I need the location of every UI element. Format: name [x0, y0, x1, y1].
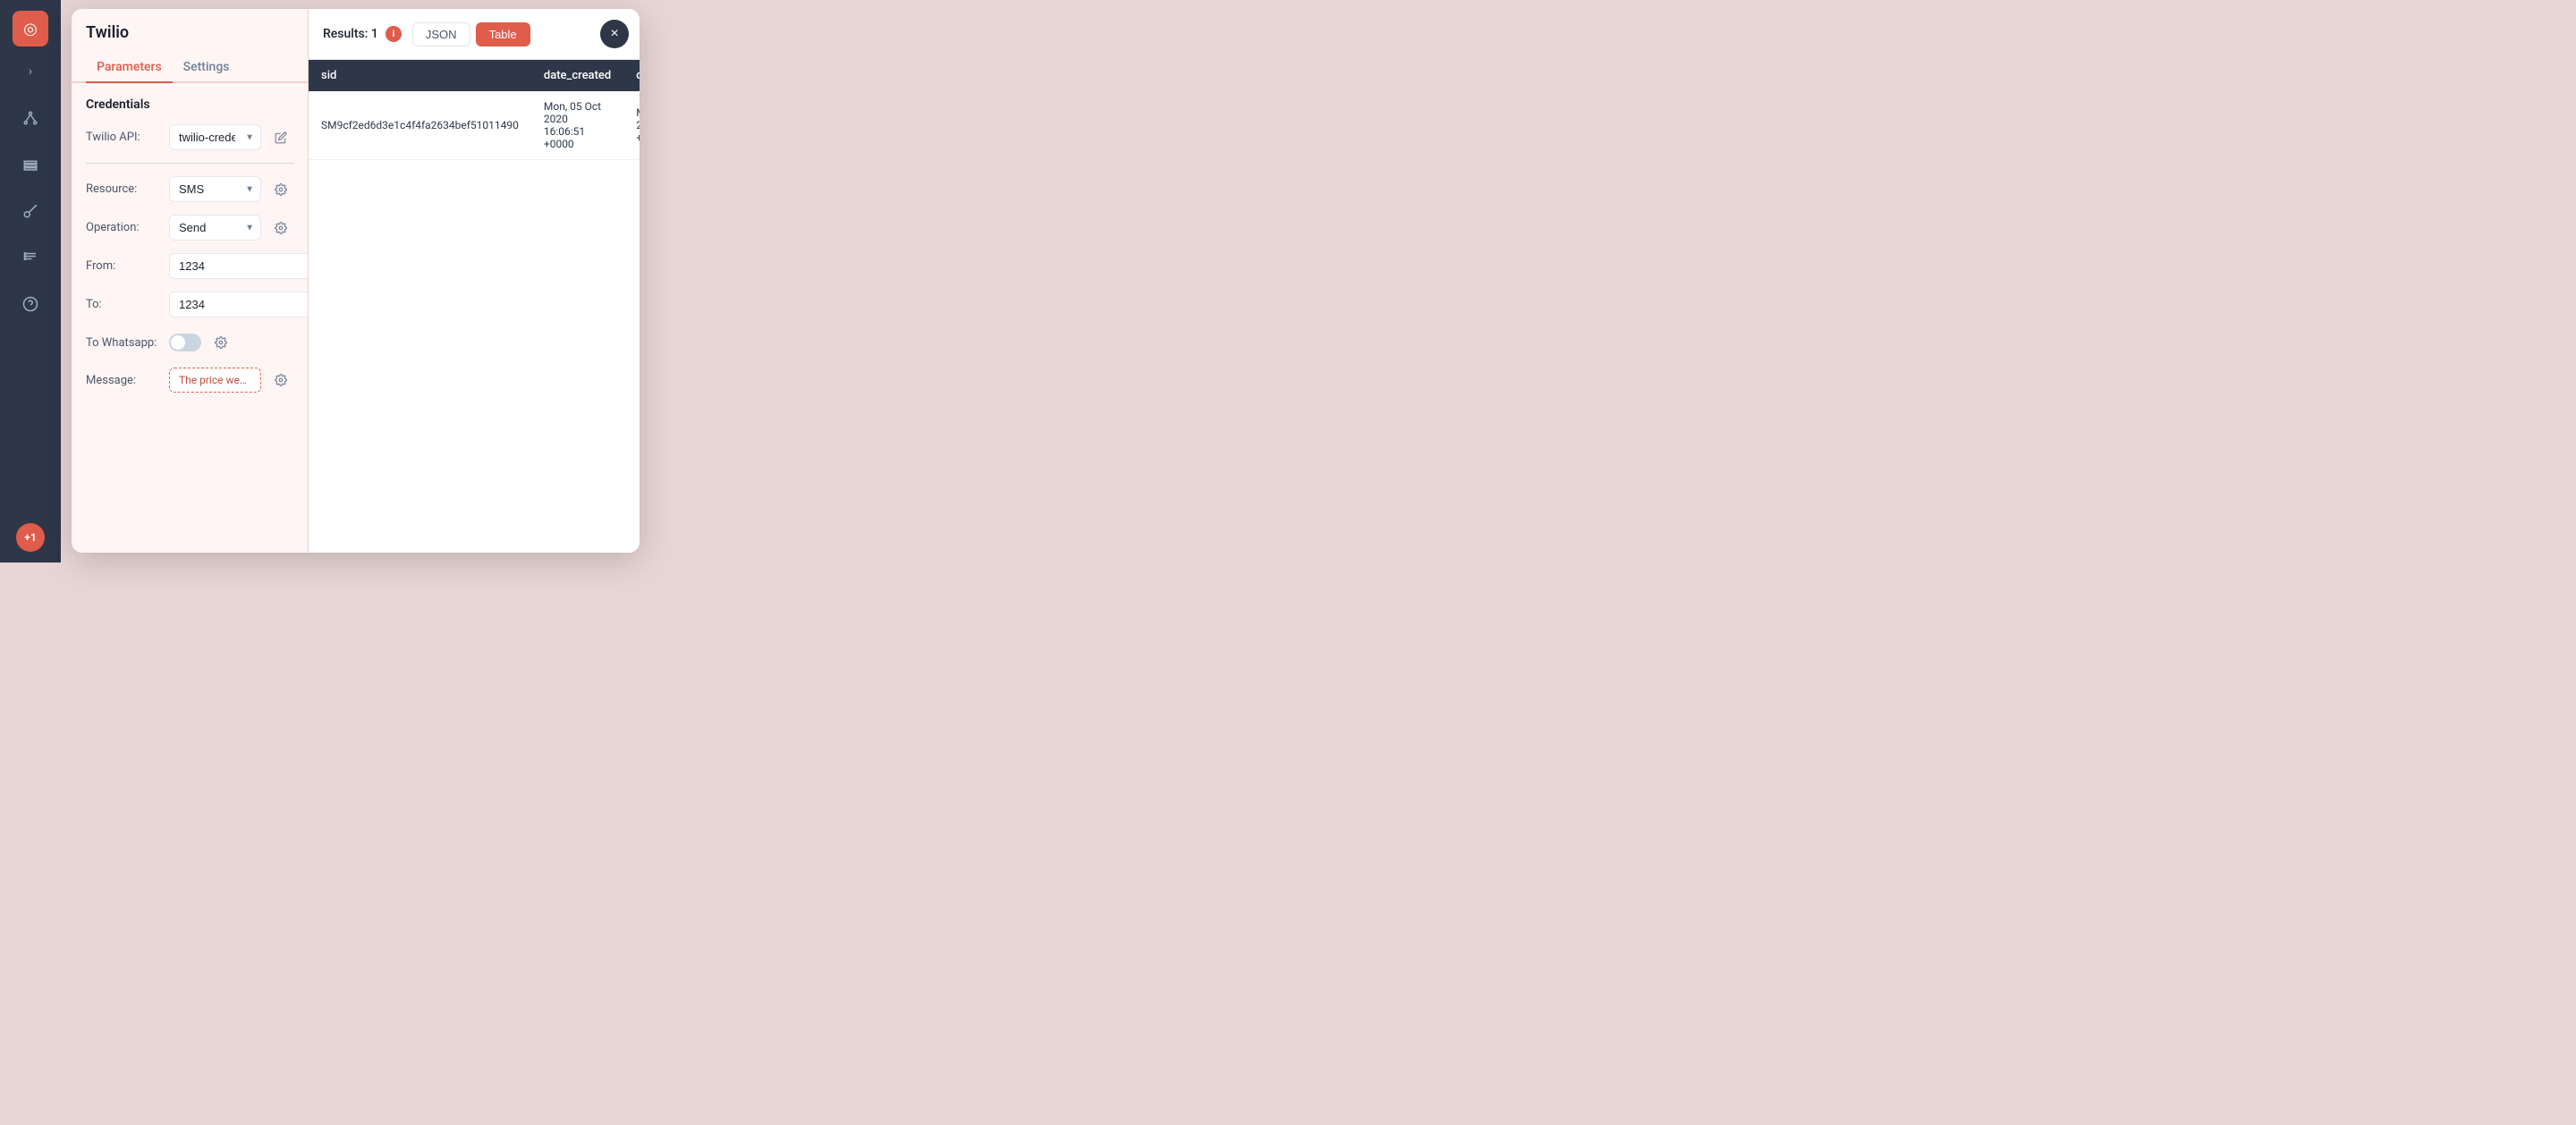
key-icon[interactable]	[16, 197, 45, 225]
credentials-title: Credentials	[86, 97, 293, 112]
results-table: sid date_created date_updated date_sent …	[309, 60, 640, 160]
sidebar-collapse-button[interactable]: ›	[16, 61, 45, 82]
twilio-api-row: Twilio API: twilio-credentials ▼	[86, 124, 293, 150]
layers-icon[interactable]	[16, 150, 45, 179]
table-body: SM9cf2ed6d3e1c4f4fa2634bef51011490 Mon, …	[309, 91, 640, 160]
form-divider	[86, 163, 293, 164]
toggle-knob	[171, 335, 185, 350]
json-view-button[interactable]: JSON	[412, 22, 470, 47]
view-toggle-buttons: JSON Table	[412, 22, 530, 47]
operation-gear-icon[interactable]	[268, 216, 293, 241]
sidebar-nav	[16, 104, 45, 509]
dialog-body: Twilio Parameters Settings Credentials T…	[72, 9, 640, 553]
results-info-icon[interactable]: i	[386, 26, 402, 42]
message-row: Message: The price went up! ....	[86, 368, 293, 393]
form-content: Credentials Twilio API: twilio-credentia…	[72, 83, 308, 553]
to-whatsapp-row: To Whatsapp:	[86, 330, 293, 355]
message-gear-icon[interactable]	[268, 368, 293, 393]
from-input[interactable]	[169, 253, 308, 279]
close-button[interactable]: ×	[600, 20, 629, 48]
twilio-api-edit-icon[interactable]	[268, 125, 293, 150]
network-icon[interactable]	[16, 104, 45, 132]
to-whatsapp-toggle[interactable]	[169, 334, 201, 351]
operation-label: Operation:	[86, 221, 162, 234]
message-label: Message:	[86, 374, 162, 387]
twilio-api-select[interactable]: twilio-credentials	[169, 124, 261, 150]
left-panel: Twilio Parameters Settings Credentials T…	[72, 9, 309, 553]
whatsapp-gear-icon[interactable]	[208, 330, 233, 355]
operation-select-wrapper: Send ▼	[169, 215, 261, 241]
col-header-date-updated: date_updated	[623, 60, 640, 91]
tab-parameters[interactable]: Parameters	[86, 53, 173, 83]
table-header: sid date_created date_updated date_sent …	[309, 60, 640, 91]
user-avatar[interactable]: +1	[16, 523, 45, 552]
logo-icon: ◎	[23, 20, 38, 38]
cell-date-created: Mon, 05 Oct 2020 16:06:51 +0000	[531, 91, 623, 160]
to-label: To:	[86, 298, 162, 311]
results-header: Results: 1 i JSON Table ▶ Execute Node	[309, 9, 640, 60]
resource-gear-icon[interactable]	[268, 177, 293, 202]
twilio-api-label: Twilio API:	[86, 131, 162, 144]
from-label: From:	[86, 259, 162, 273]
results-label: Results: 1	[323, 27, 378, 41]
resource-select-wrapper: SMS ▼	[169, 176, 261, 202]
table-view-button[interactable]: Table	[476, 22, 530, 47]
operation-row: Operation: Send ▼	[86, 215, 293, 241]
message-field[interactable]: The price went up! ....	[169, 368, 261, 393]
to-whatsapp-label: To Whatsapp:	[86, 336, 162, 350]
resource-label: Resource:	[86, 182, 162, 196]
from-row: From:	[86, 253, 293, 279]
dialog-title: Twilio	[86, 23, 129, 42]
resource-row: Resource: SMS ▼	[86, 176, 293, 202]
help-icon[interactable]	[16, 290, 45, 318]
cell-date-updated: Mon, 05 Oct 2020 16:06:51 +0000	[623, 91, 640, 160]
cell-sid: SM9cf2ed6d3e1c4f4fa2634bef51011490	[309, 91, 531, 160]
sidebar-bottom: +1	[16, 523, 45, 552]
sidebar: ◎ ›	[0, 0, 61, 562]
tabs-bar: Parameters Settings	[72, 42, 308, 83]
right-panel: Results: 1 i JSON Table ▶ Execute Node	[309, 9, 640, 553]
col-header-sid: sid	[309, 60, 531, 91]
list-icon[interactable]	[16, 243, 45, 272]
operation-select[interactable]: Send	[169, 215, 261, 241]
twilio-api-select-wrapper: twilio-credentials ▼	[169, 124, 261, 150]
results-table-container: sid date_created date_updated date_sent …	[309, 60, 640, 553]
to-input[interactable]	[169, 292, 308, 317]
table-header-row: sid date_created date_updated date_sent …	[309, 60, 640, 91]
resource-select[interactable]: SMS	[169, 176, 261, 202]
table-row: SM9cf2ed6d3e1c4f4fa2634bef51011490 Mon, …	[309, 91, 640, 160]
to-row: To:	[86, 292, 293, 317]
dialog-header: Twilio	[72, 9, 308, 42]
twilio-dialog: × Twilio Parameters Settings Credentials…	[72, 9, 640, 553]
tab-settings[interactable]: Settings	[173, 53, 241, 83]
results-left: Results: 1 i	[323, 26, 402, 42]
col-header-date-created: date_created	[531, 60, 623, 91]
app-logo[interactable]: ◎	[13, 11, 48, 47]
